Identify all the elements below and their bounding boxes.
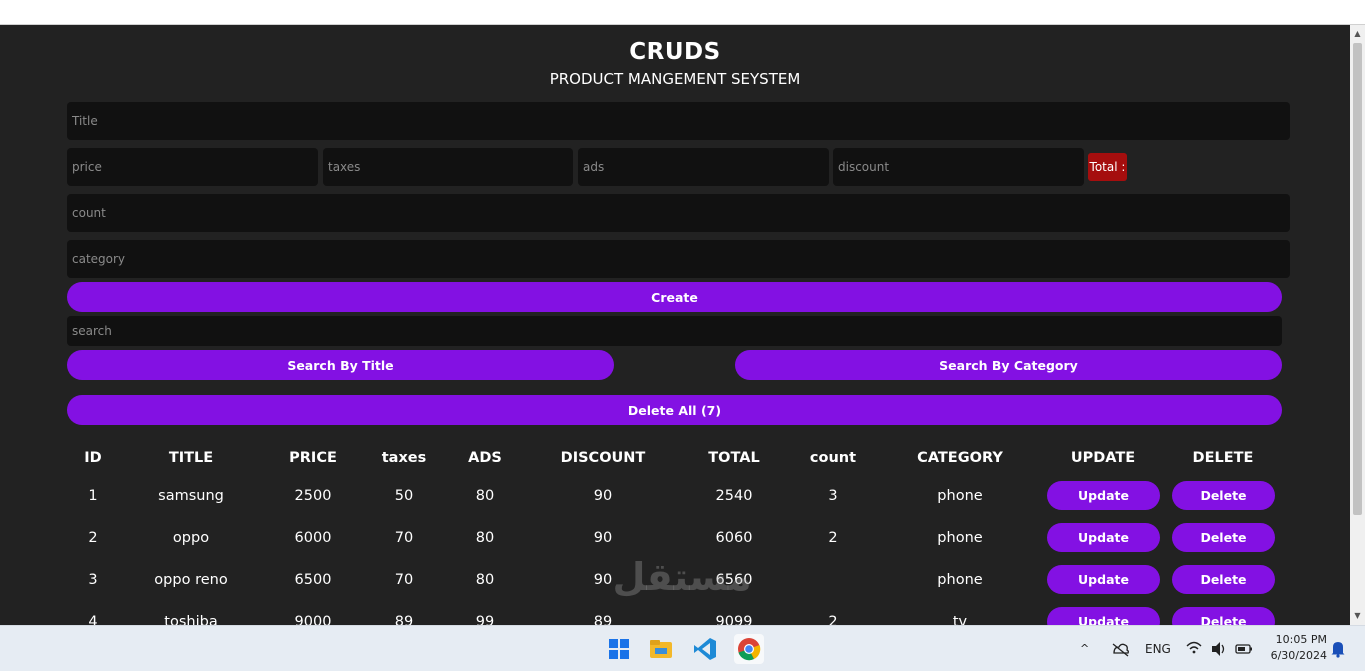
cell-price: 6000 [294,530,332,546]
cell-discount: 90 [593,530,613,546]
discount-input[interactable] [833,148,1084,186]
col-header-ads: ADS [468,450,502,466]
page-viewport: CRUDS PRODUCT MANGEMENT SEYSTEM Total : … [0,25,1350,625]
vscode-icon[interactable] [690,634,720,664]
cell-category: phone [937,488,983,504]
scroll-thumb[interactable] [1353,43,1362,515]
cell-category: phone [937,530,983,546]
cell-id: 3 [88,572,98,588]
browser-top-bar [0,0,1365,25]
search-by-category-button[interactable]: Search By Category [735,350,1282,380]
cell-price: 2500 [294,488,332,504]
onedrive-icon[interactable] [1111,626,1129,671]
cell-ads: 80 [475,530,495,546]
cell-id: 4 [88,614,98,625]
cell-price: 6500 [294,572,332,588]
cell-price: 9000 [294,614,332,625]
cell-ads: 99 [475,614,495,625]
scroll-down-icon[interactable]: ▼ [1350,609,1365,623]
col-header-delete: DELETE [1192,450,1254,466]
cell-discount: 90 [593,488,613,504]
delete-button[interactable]: Delete [1172,523,1275,552]
scroll-up-icon[interactable]: ▲ [1350,27,1365,41]
taxes-input[interactable] [323,148,573,186]
cell-title: oppo [172,530,210,546]
cell-taxes: 70 [394,572,414,588]
windows-start-icon[interactable] [604,634,634,664]
watermark-logo: مستقل [612,555,752,599]
cell-count: 3 [828,488,838,504]
cell-taxes: 89 [394,614,414,625]
cell-count: 2 [828,530,838,546]
wifi-icon[interactable] [1185,626,1203,671]
title-input[interactable] [67,102,1290,140]
cell-category: phone [937,572,983,588]
battery-icon[interactable] [1235,626,1253,671]
language-indicator[interactable]: ENG [1145,626,1171,671]
tray-chevron-up-icon[interactable]: ^ [1080,626,1094,671]
clock-time: 10:05 PM [1275,633,1327,646]
cell-title: oppo reno [154,572,228,588]
count-input[interactable] [67,194,1290,232]
col-header-title: TITLE [168,450,214,466]
update-button[interactable]: Update [1047,607,1160,625]
ads-input[interactable] [578,148,829,186]
cell-total: 6060 [715,530,753,546]
cell-title: samsung [158,488,224,504]
category-input[interactable] [67,240,1290,278]
col-header-id: ID [84,450,102,466]
cell-category: tv [952,614,968,625]
delete-button[interactable]: Delete [1172,481,1275,510]
update-button[interactable]: Update [1047,565,1160,594]
col-header-category: CATEGORY [917,450,1003,466]
col-header-total: TOTAL [708,450,760,466]
create-button[interactable]: Create [67,282,1282,312]
delete-button[interactable]: Delete [1172,607,1275,625]
cell-ads: 80 [475,572,495,588]
col-header-update: UPDATE [1070,450,1136,466]
update-button[interactable]: Update [1047,523,1160,552]
windows-taskbar: ^ ENG 10:05 PM 6/30/2024 [0,625,1365,671]
cell-id: 2 [88,530,98,546]
page-title: CRUDS [629,39,721,65]
search-input[interactable] [67,316,1282,346]
cell-total: 2540 [715,488,753,504]
total-badge: Total : [1088,153,1127,181]
volume-icon[interactable] [1210,626,1228,671]
delete-all-button[interactable]: Delete All (7) [67,395,1282,425]
clock-date: 6/30/2024 [1270,649,1327,662]
cell-taxes: 50 [394,488,414,504]
taskbar-clock[interactable]: 10:05 PM 6/30/2024 [1265,632,1327,664]
search-by-title-button[interactable]: Search By Title [67,350,614,380]
cell-title: toshiba [164,614,218,625]
col-header-price: PRICE [289,450,337,466]
notification-bell-icon[interactable] [1330,626,1346,671]
col-header-taxes: taxes [381,450,427,466]
delete-button[interactable]: Delete [1172,565,1275,594]
col-header-count: count [809,450,857,466]
page-subtitle: PRODUCT MANGEMENT SEYSTEM [549,70,801,88]
cell-taxes: 70 [394,530,414,546]
update-button[interactable]: Update [1047,481,1160,510]
cell-discount: 89 [593,614,613,625]
cell-id: 1 [88,488,98,504]
cell-count: 2 [828,614,838,625]
price-input[interactable] [67,148,318,186]
page-scrollbar[interactable]: ▲ ▼ [1350,25,1365,625]
cell-total: 9099 [715,614,753,625]
chrome-icon[interactable] [734,634,764,664]
cell-ads: 80 [475,488,495,504]
col-header-discount: DISCOUNT [560,450,646,466]
file-explorer-icon[interactable] [646,634,676,664]
